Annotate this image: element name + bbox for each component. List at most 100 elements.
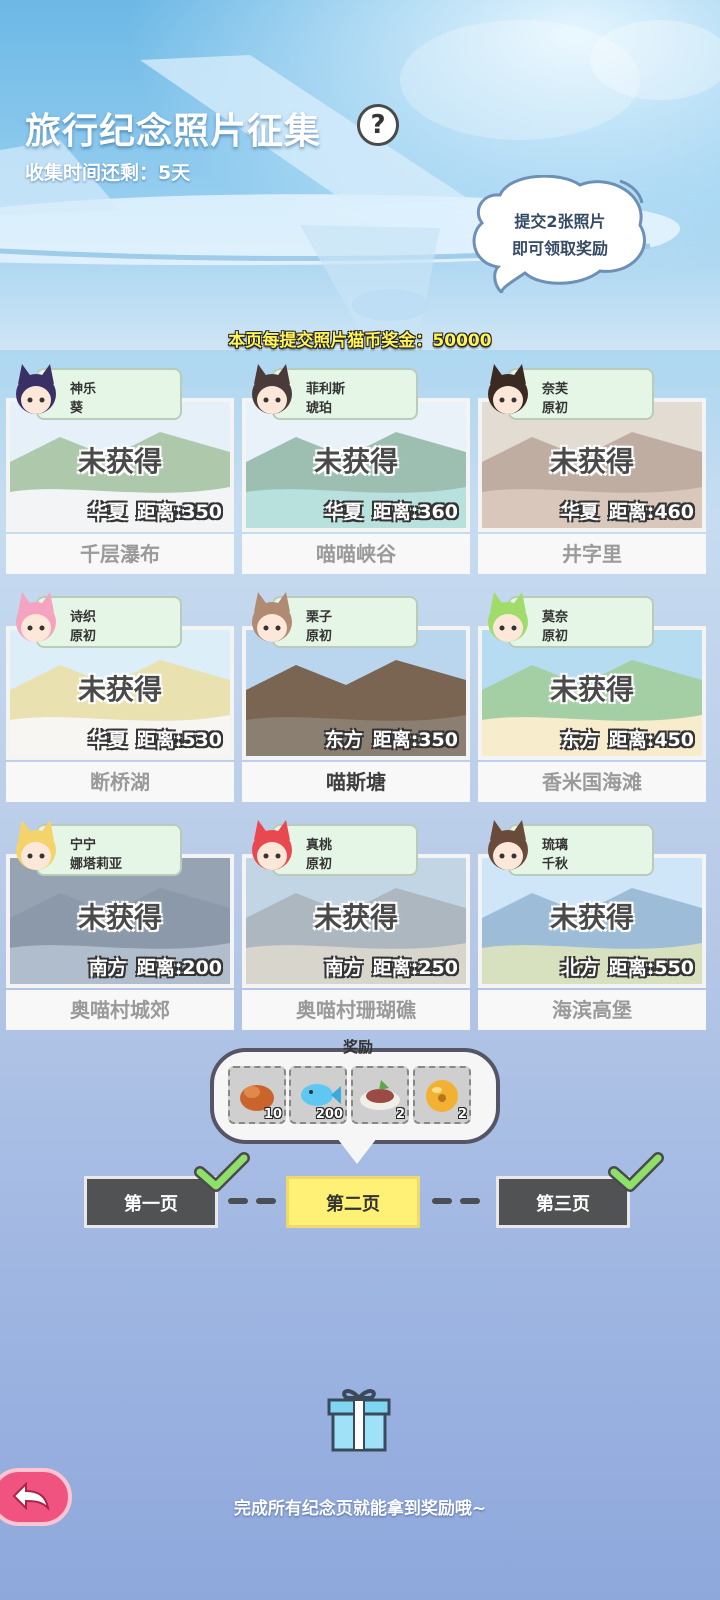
distance-label: 华夏 距离:460 [561,497,694,524]
bubble-text: 提交2张照片 即可领取奖励 [470,208,650,262]
character-avatar-icon [252,592,292,642]
character-avatar-icon [488,820,528,870]
character-subname: 琥珀 [306,401,333,416]
photo-card[interactable]: 未获得 南方 距离:250 奥喵村珊瑚礁 真桃 原初 [242,820,470,1034]
status-text: 未获得 [313,445,398,478]
character-name: 莫奈 [542,610,569,625]
distance-text: 距离:350 [372,729,458,751]
time-left-text: 收集时间还剩：5天 [25,162,191,184]
bubble-line-1: 提交2张照片 [514,212,606,231]
character-subname: 原初 [306,629,333,644]
reward-label: 奖励 [342,1038,373,1056]
region-text: 东方 [324,729,363,751]
photo-card[interactable]: 东方 距离:350 喵斯塘 栗子原初 [242,592,470,806]
character-subname: 娜塔莉亚 [70,857,123,872]
page-connector [228,1198,248,1204]
character-name: 栗子 [306,610,333,625]
back-button[interactable] [0,1468,72,1526]
character-subname: 原初 [70,629,97,644]
region-text: 华夏 [88,501,127,523]
character-subname: 原初 [542,401,569,416]
photo-card[interactable]: 未获得南方 距离:200 奥喵村城郊 宁宁娜塔莉亚 [6,820,234,1034]
photo-card[interactable]: 未获得华夏 距离:460 井字里 奈芙原初 [478,364,706,578]
distance-text: 距离:350 [136,501,222,523]
character-subname: 原初 [542,629,569,644]
photo-card[interactable]: 未获得华夏 距离:350 千层瀑布 神乐葵 [6,364,234,578]
distance-text: 距离:460 [608,501,694,523]
character-avatar-icon [252,364,292,414]
reward-count: 200 [315,1107,343,1122]
character-subname: 千秋 [542,857,569,872]
region-text: 华夏 [560,501,599,523]
character-avatar-icon [16,592,56,642]
help-button[interactable]: ? [357,104,399,146]
distance-text: 距离:360 [372,501,458,523]
reward-count: 2 [457,1107,467,1122]
character-name: 奈芙 [542,382,569,397]
photo-card[interactable]: 未获得华夏 距离:360 喵喵峡谷 菲利斯琥珀 [242,364,470,578]
distance-label: 南方 距离:250 [325,953,458,980]
question-icon: ? [370,110,386,140]
check-icon [194,1152,250,1192]
location-name: 香米国海滩 [478,762,706,802]
region-text: 东方 [560,729,599,751]
distance-text: 距离:450 [608,729,694,751]
status-text: 未获得 [77,445,162,478]
status-text: 未获得 [549,673,634,706]
photo-card[interactable]: 未获得北方 距离:550 海滨高堡 琉璃千秋 [478,820,706,1034]
check-icon [608,1152,664,1192]
region-text: 华夏 [88,729,127,751]
location-name: 断桥湖 [6,762,234,802]
page-connector [460,1198,480,1204]
location-name: 海滨高堡 [478,990,706,1030]
character-avatar-icon [16,820,56,870]
status-text: 未获得 [549,901,634,934]
distance-text: 距离:250 [372,957,458,979]
reward-item[interactable]: 200 [289,1066,347,1124]
character-avatar-icon [16,364,56,414]
location-name: 奥喵村珊瑚礁 [242,990,470,1030]
location-name: 喵喵峡谷 [242,534,470,574]
location-name: 喵斯塘 [242,762,470,802]
footer-hint: 完成所有纪念页就能拿到奖励哦~ [233,1499,487,1519]
bonus-text: 本页每提交照片猫币奖金：50000 [228,331,492,351]
region-text: 华夏 [324,501,363,523]
status-text: 未获得 [77,901,162,934]
page-connector [432,1198,452,1204]
distance-label: 东方 距离:450 [561,725,694,752]
distance-label: 华夏 距离:350 [89,497,222,524]
region-text: 南方 [88,957,127,979]
photo-card[interactable]: 未获得华夏 距离:530 断桥湖 诗织原初 [6,592,234,806]
reward-item[interactable]: 10 [228,1066,286,1124]
location-name: 千层瀑布 [6,534,234,574]
distance-label: 南方 距离:200 [89,953,222,980]
reward-count: 2 [395,1107,405,1122]
distance-label: 华夏 距离:530 [89,725,222,752]
region-text: 北方 [560,957,599,979]
distance-text: 距离:200 [136,957,222,979]
gift-icon[interactable] [323,1382,395,1454]
character-subname: 葵 [70,401,84,416]
page-connector [256,1198,276,1204]
location-name: 奥喵村城郊 [6,990,234,1030]
character-name: 菲利斯 [306,382,346,397]
location-name: 井字里 [478,534,706,574]
reward-item[interactable]: 2 [351,1066,409,1124]
character-name: 宁宁 [70,838,97,853]
reward-item[interactable]: 2 [413,1066,471,1124]
character-name: 神乐 [70,382,97,397]
character-name: 琉璃 [542,838,569,853]
character-name: 真桃 [306,838,333,853]
page-title: 旅行纪念照片征集 [25,111,322,152]
distance-text: 距离:530 [136,729,222,751]
reward-count: 10 [263,1107,282,1122]
page-2-button[interactable]: 第二页 [286,1176,420,1228]
photo-card[interactable]: 未获得东方 距离:450 香米国海滩 莫奈原初 [478,592,706,806]
distance-label: 北方 距离:550 [561,953,694,980]
region-text: 南方 [324,957,363,979]
character-name: 诗织 [70,610,97,625]
reward-popup-tail [337,1138,377,1164]
status-text: 未获得 [549,445,634,478]
status-text: 未获得 [77,673,162,706]
character-avatar-icon [252,820,292,870]
